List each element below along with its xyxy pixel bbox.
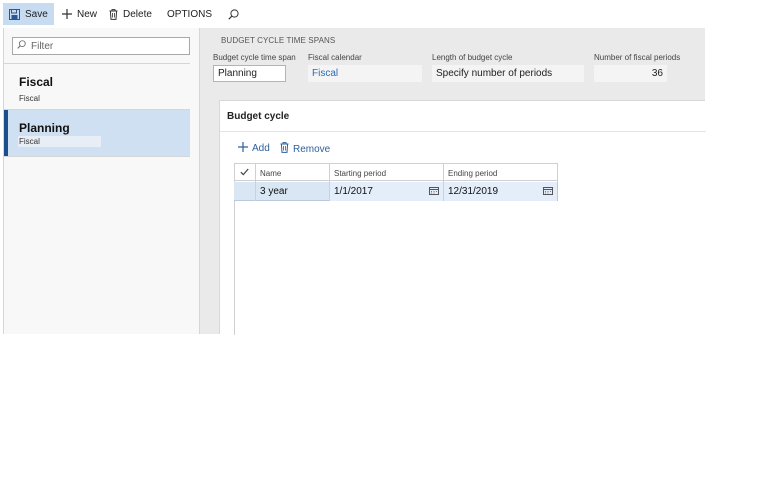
trash-icon xyxy=(280,142,289,156)
fiscal-periods-label: Number of fiscal periods xyxy=(594,53,681,62)
delete-label: Delete xyxy=(123,8,152,20)
divider xyxy=(4,63,190,64)
search-icon xyxy=(228,8,239,20)
column-header-name[interactable]: Name xyxy=(255,164,329,182)
save-icon xyxy=(9,8,20,20)
add-label: Add xyxy=(252,143,270,154)
cell-end-period[interactable]: 12/31/2019 xyxy=(443,182,558,201)
save-label: Save xyxy=(25,8,48,20)
search-icon xyxy=(17,40,26,52)
list-item-title: Fiscal xyxy=(19,75,54,89)
new-button[interactable]: New xyxy=(56,3,103,25)
checkmark-icon xyxy=(240,168,249,178)
new-label: New xyxy=(77,8,98,20)
fiscal-periods-field[interactable]: 36 xyxy=(594,65,667,82)
filter-input[interactable] xyxy=(31,40,181,52)
cell-name[interactable]: 3 year xyxy=(255,182,329,201)
budget-cycle-card: Budget cycle Add Remove Name Starting pe… xyxy=(219,100,706,335)
options-button[interactable]: OPTIONS xyxy=(161,3,218,25)
divider xyxy=(220,131,706,132)
options-label: OPTIONS xyxy=(167,8,213,20)
cycle-length-label: Length of budget cycle xyxy=(432,53,513,62)
list-item-subtitle: Fiscal xyxy=(19,94,40,103)
section-title: BUDGET CYCLE TIME SPANS xyxy=(221,36,336,45)
cycle-length-field[interactable]: Specify number of periods xyxy=(432,65,584,82)
left-nav-pane: Fiscal Fiscal Planning Fiscal xyxy=(3,28,199,334)
details-pane: BUDGET CYCLE TIME SPANS Budget cycle tim… xyxy=(200,28,706,335)
list-item-fiscal[interactable]: Fiscal Fiscal xyxy=(4,66,190,112)
card-title: Budget cycle xyxy=(227,111,290,122)
plus-icon xyxy=(238,142,248,155)
end-period-value: 12/31/2019 xyxy=(448,186,499,197)
start-period-value: 1/1/2017 xyxy=(334,186,373,197)
list-item-planning[interactable]: Planning Fiscal xyxy=(4,110,190,156)
list-item-title: Planning xyxy=(19,121,70,135)
filter-box[interactable] xyxy=(12,37,190,55)
remove-label: Remove xyxy=(293,143,331,155)
divider xyxy=(4,156,190,157)
time-span-field[interactable]: Planning xyxy=(213,65,286,82)
list-item-subtitle: Fiscal xyxy=(19,137,40,146)
delete-button[interactable]: Delete xyxy=(103,3,158,25)
select-all-checkbox[interactable] xyxy=(234,164,255,182)
fiscal-calendar-label: Fiscal calendar xyxy=(308,53,362,62)
add-button[interactable]: Add xyxy=(238,142,270,155)
table-row[interactable]: 3 year 1/1/2017 12/31/2019 xyxy=(234,182,558,201)
time-span-label: Budget cycle time span xyxy=(213,53,296,62)
action-pane: Save New Delete OPTIONS xyxy=(0,0,705,28)
column-header-start[interactable]: Starting period xyxy=(329,164,443,182)
calendar-icon[interactable] xyxy=(429,187,439,198)
calendar-icon[interactable] xyxy=(543,187,553,198)
plus-icon xyxy=(62,9,72,19)
search-button[interactable] xyxy=(222,3,245,25)
cell-start-period[interactable]: 1/1/2017 xyxy=(329,182,443,201)
row-selector[interactable] xyxy=(234,182,255,201)
grid-header: Name Starting period Ending period xyxy=(234,163,558,182)
remove-button[interactable]: Remove xyxy=(280,142,330,156)
fiscal-calendar-field[interactable]: Fiscal xyxy=(308,65,422,82)
column-header-end[interactable]: Ending period xyxy=(443,164,558,182)
save-button[interactable]: Save xyxy=(3,3,54,25)
trash-icon xyxy=(109,8,118,20)
